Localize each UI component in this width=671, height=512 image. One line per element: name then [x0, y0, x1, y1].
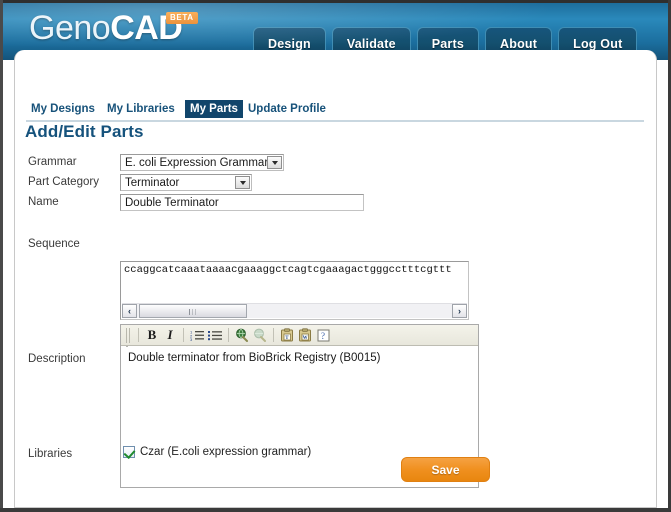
label-sequence: Sequence	[28, 238, 80, 250]
ordered-list-icon[interactable]: 1 2 3	[188, 327, 206, 344]
bold-icon[interactable]: B	[143, 327, 161, 344]
libraries-checkbox-row[interactable]: Czar (E.coli expression grammar)	[123, 446, 311, 458]
svg-text:3: 3	[190, 337, 193, 341]
save-button[interactable]: Save	[401, 457, 490, 482]
paste-from-word-icon[interactable]: W	[296, 327, 314, 344]
application-window: GenoCAD BETA Design Validate Parts About…	[0, 0, 671, 512]
content-panel-inner: My Designs My Libraries My Parts Update …	[15, 50, 656, 507]
label-libraries: Libraries	[28, 448, 73, 460]
name-input[interactable]: Double Terminator	[120, 194, 364, 211]
help-icon[interactable]: ?	[314, 327, 332, 344]
toolbar-divider	[228, 328, 229, 342]
logo-text-geno: Geno	[29, 9, 111, 47]
tab-my-designs[interactable]: My Designs	[26, 100, 100, 118]
insert-link-icon[interactable]	[233, 327, 251, 344]
sequence-textarea-value: ccaggcatcaaataaaacgaaaggctcagtcgaaagactg…	[124, 264, 452, 276]
toolbar-grip-icon[interactable]	[124, 327, 131, 343]
paste-as-plain-text-icon[interactable]: T	[278, 327, 296, 344]
toolbar-divider	[183, 328, 184, 342]
unordered-list-icon[interactable]	[206, 327, 224, 344]
library-czar-label[interactable]: Czar (E.coli expression grammar)	[140, 446, 311, 458]
svg-text:W: W	[303, 336, 308, 341]
label-name: Name	[28, 196, 59, 208]
grammar-select[interactable]: E. coli Expression Grammar	[120, 154, 284, 171]
part-category-select-value: Terminator	[125, 176, 180, 189]
page-title: Add/Edit Parts	[25, 122, 144, 141]
library-czar-checkbox[interactable]	[123, 446, 135, 458]
description-editor-value: Double terminator from BioBrick Registry…	[128, 352, 381, 364]
scroll-left-arrow-icon[interactable]: ‹	[122, 304, 137, 318]
beta-badge: BETA	[166, 12, 198, 24]
secondary-tab-strip: My Designs My Libraries My Parts Update …	[26, 100, 644, 122]
label-grammar: Grammar	[28, 156, 77, 168]
svg-text:?: ?	[321, 331, 325, 341]
window-border-left	[0, 0, 3, 512]
sequence-horizontal-scrollbar[interactable]: ‹ ›	[122, 303, 467, 318]
description-editor-toolbar: B I 1 2 3 T W ?	[121, 325, 478, 346]
window-border-bottom	[0, 508, 671, 512]
italic-icon[interactable]: I	[161, 327, 179, 344]
grammar-select-value: E. coli Expression Grammar	[125, 156, 269, 169]
content-panel: My Designs My Libraries My Parts Update …	[14, 50, 657, 508]
unlink-icon[interactable]	[251, 327, 269, 344]
part-category-select[interactable]: Terminator	[120, 174, 252, 191]
toolbar-divider	[273, 328, 274, 342]
scroll-right-arrow-icon[interactable]: ›	[452, 304, 467, 318]
tab-my-libraries[interactable]: My Libraries	[102, 100, 180, 118]
chevron-down-icon[interactable]	[235, 176, 250, 189]
toolbar-divider	[138, 328, 139, 342]
scrollbar-thumb[interactable]	[139, 304, 247, 318]
chevron-down-icon[interactable]	[267, 156, 282, 169]
label-part-category: Part Category	[28, 176, 99, 188]
genocad-logo[interactable]: GenoCAD	[29, 9, 183, 48]
tab-update-profile[interactable]: Update Profile	[243, 100, 331, 118]
sequence-textarea[interactable]: ccaggcatcaaataaaacgaaaggctcagtcgaaagactg…	[120, 261, 469, 320]
name-input-value: Double Terminator	[125, 196, 219, 209]
tab-my-parts[interactable]: My Parts	[185, 100, 243, 118]
label-description: Description	[28, 353, 86, 365]
